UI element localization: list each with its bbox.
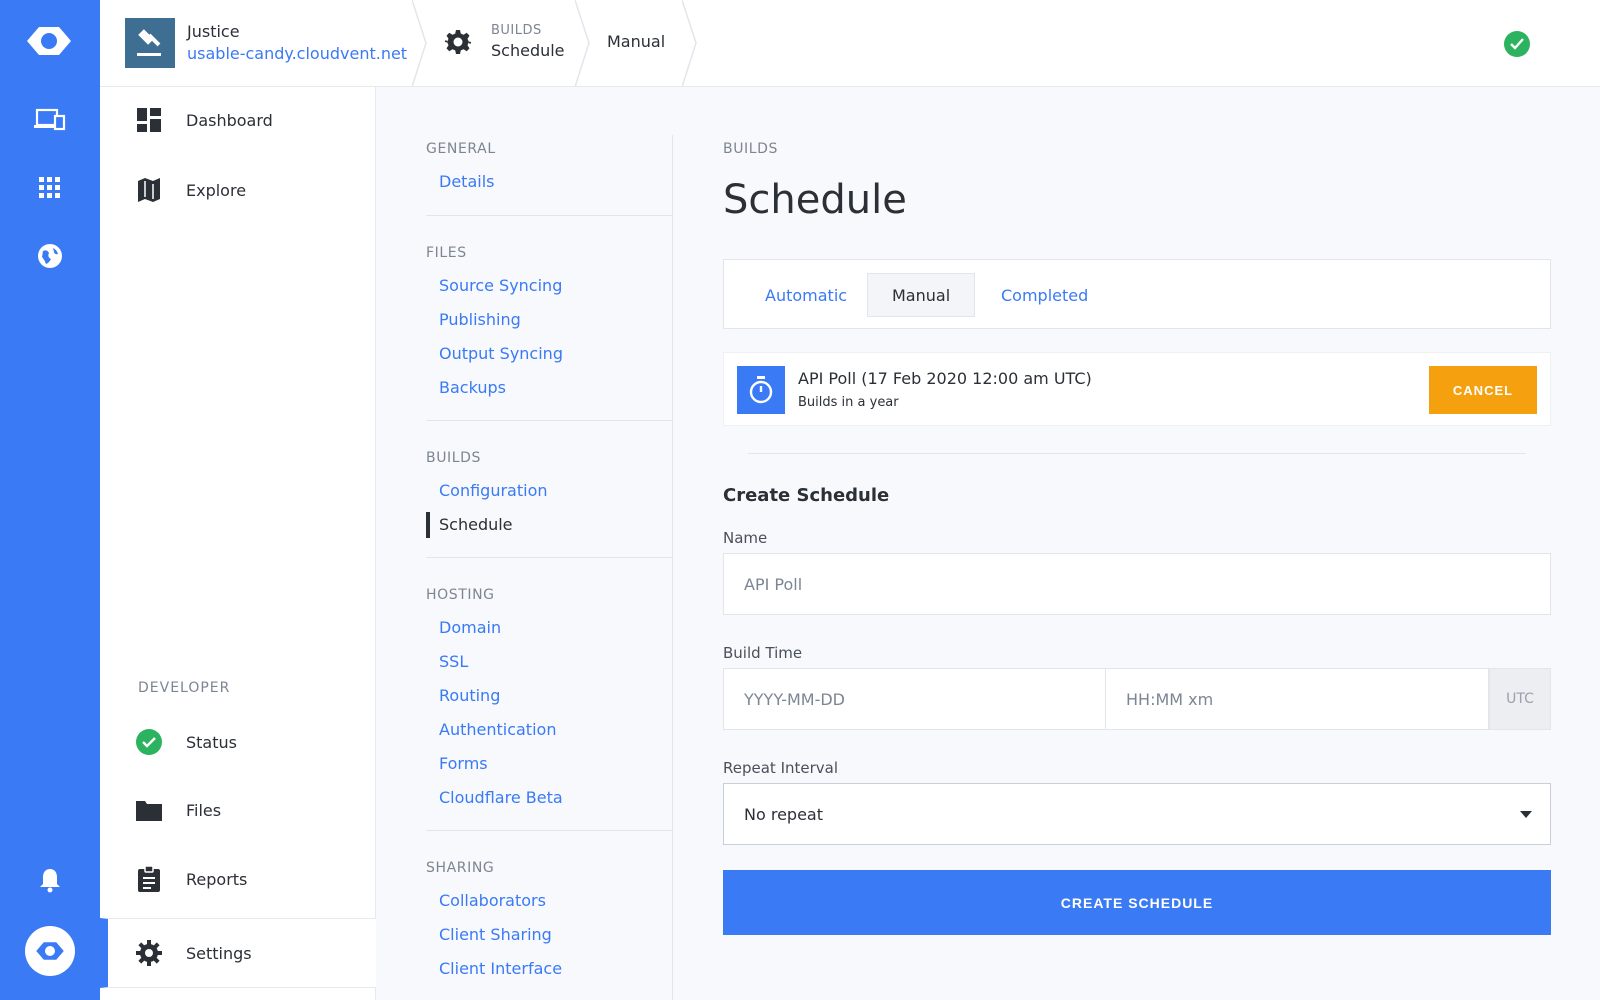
subnav-link-authentication[interactable]: Authentication	[439, 720, 556, 739]
nav-item-status[interactable]: Status	[100, 717, 376, 767]
breadcrumb-builds-schedule[interactable]: BUILDS Schedule	[445, 22, 565, 62]
nav-item-settings[interactable]: Settings	[100, 918, 376, 988]
clipboard-icon	[136, 866, 162, 892]
breadcrumb-separator	[682, 0, 697, 87]
nav-label: Settings	[186, 943, 252, 963]
main-content: BUILDS Schedule Automatic Manual Complet…	[723, 135, 1551, 935]
section-divider	[748, 453, 1526, 454]
time-input[interactable]: HH:MM xm	[1105, 668, 1489, 730]
nav-item-reports[interactable]: Reports	[100, 854, 376, 904]
date-input[interactable]: YYYY-MM-DD	[723, 668, 1106, 730]
nav-label: Files	[186, 800, 222, 820]
nav-heading-developer: DEVELOPER	[138, 680, 231, 696]
repeat-interval-label: Repeat Interval	[723, 759, 839, 777]
subnav-divider	[426, 557, 672, 558]
dashboard-icon	[136, 107, 162, 133]
apps-grid-icon[interactable]	[0, 158, 100, 218]
subnav-link-domain[interactable]: Domain	[439, 618, 501, 637]
nav-item-files[interactable]: Files	[100, 785, 376, 835]
subnav-link-configuration[interactable]: Configuration	[439, 481, 548, 500]
schedule-item-title: API Poll (17 Feb 2020 12:00 am UTC)	[798, 369, 1092, 388]
nav-item-explore[interactable]: Explore	[100, 165, 376, 215]
breadcrumb: Justice usable-candy.cloudvent.net BUILD…	[100, 0, 1600, 87]
schedule-list-item: API Poll (17 Feb 2020 12:00 am UTC) Buil…	[723, 352, 1551, 426]
cloudcannon-logo-icon[interactable]	[24, 16, 74, 66]
cancel-schedule-button[interactable]: CANCEL	[1429, 366, 1537, 414]
nav-item-dashboard[interactable]: Dashboard	[100, 95, 376, 145]
bell-icon[interactable]	[0, 850, 100, 910]
subnav-link-routing[interactable]: Routing	[439, 686, 500, 705]
subnav-link-ssl[interactable]: SSL	[439, 652, 468, 671]
subnav-divider	[426, 830, 672, 831]
stopwatch-icon	[737, 366, 785, 414]
gear-icon	[445, 29, 471, 55]
folder-icon	[136, 797, 162, 823]
subnav-heading-hosting: HOSTING	[426, 587, 495, 603]
subnav-divider	[426, 420, 672, 421]
breadcrumb-site[interactable]: Justice usable-candy.cloudvent.net	[125, 18, 407, 68]
site-url-link[interactable]: usable-candy.cloudvent.net	[187, 43, 407, 65]
page-title: Schedule	[723, 177, 907, 223]
subnav-link-collaborators[interactable]: Collaborators	[439, 891, 546, 910]
caret-down-icon	[1520, 811, 1532, 818]
name-label: Name	[723, 529, 768, 547]
nav-label: Reports	[186, 869, 248, 889]
name-input[interactable]: API Poll	[723, 553, 1551, 615]
globe-icon[interactable]	[0, 226, 100, 286]
map-icon	[136, 177, 162, 203]
subnav-link-backups[interactable]: Backups	[439, 378, 506, 397]
page-eyebrow: BUILDS	[723, 141, 779, 157]
nav-label: Dashboard	[186, 110, 273, 130]
subnav-heading-general: GENERAL	[426, 141, 496, 157]
create-schedule-button[interactable]: CREATE SCHEDULE	[723, 870, 1551, 935]
tab-manual[interactable]: Manual	[867, 273, 976, 317]
subnav-heading-sharing: SHARING	[426, 860, 495, 876]
subnav-link-client-interface[interactable]: Client Interface	[439, 959, 562, 978]
subnav-divider	[426, 215, 672, 216]
subnav-heading-builds: BUILDS	[426, 450, 482, 466]
subnav-link-publishing[interactable]: Publishing	[439, 310, 521, 329]
subnav-link-details[interactable]: Details	[439, 172, 494, 191]
schedule-tabs: Automatic Manual Completed	[723, 259, 1551, 329]
check-circle-icon	[136, 729, 162, 755]
subnav-heading-files: FILES	[426, 245, 467, 261]
schedule-item-subtitle: Builds in a year	[798, 395, 899, 410]
build-time-label: Build Time	[723, 644, 803, 662]
status-ok-icon[interactable]	[1504, 31, 1530, 57]
subnav-link-output-syncing[interactable]: Output Syncing	[439, 344, 563, 363]
account-avatar-icon[interactable]	[25, 926, 75, 976]
tab-automatic[interactable]: Automatic	[740, 273, 872, 317]
breadcrumb-page-label: Schedule	[491, 41, 565, 60]
tab-completed[interactable]: Completed	[976, 273, 1113, 317]
breadcrumb-section-label: BUILDS	[491, 23, 542, 38]
create-schedule-heading: Create Schedule	[723, 485, 890, 506]
gear-icon	[136, 940, 162, 966]
nav-label: Explore	[186, 180, 247, 200]
breadcrumb-separator	[412, 0, 427, 87]
subnav-link-source-syncing[interactable]: Source Syncing	[439, 276, 562, 295]
left-nav: Dashboard Explore DEVELOPER Status Files…	[100, 87, 376, 1000]
breadcrumb-current: Manual	[607, 32, 666, 51]
devices-icon[interactable]	[0, 90, 100, 150]
breadcrumb-separator	[575, 0, 590, 87]
subnav-link-cloudflare-beta[interactable]: Cloudflare Beta	[439, 788, 563, 807]
site-name: Justice	[187, 22, 240, 41]
repeat-interval-value: No repeat	[744, 804, 823, 824]
gavel-icon	[125, 18, 175, 68]
subnav-divider-vertical	[672, 135, 673, 1000]
subnav-current-indicator	[426, 512, 430, 538]
subnav-link-client-sharing[interactable]: Client Sharing	[439, 925, 552, 944]
subnav-link-forms[interactable]: Forms	[439, 754, 488, 773]
nav-label: Status	[186, 732, 237, 752]
timezone-addon: UTC	[1489, 668, 1551, 730]
subnav-link-schedule[interactable]: Schedule	[439, 515, 513, 534]
app-rail	[0, 0, 100, 1000]
repeat-interval-select[interactable]: No repeat	[723, 783, 1551, 845]
